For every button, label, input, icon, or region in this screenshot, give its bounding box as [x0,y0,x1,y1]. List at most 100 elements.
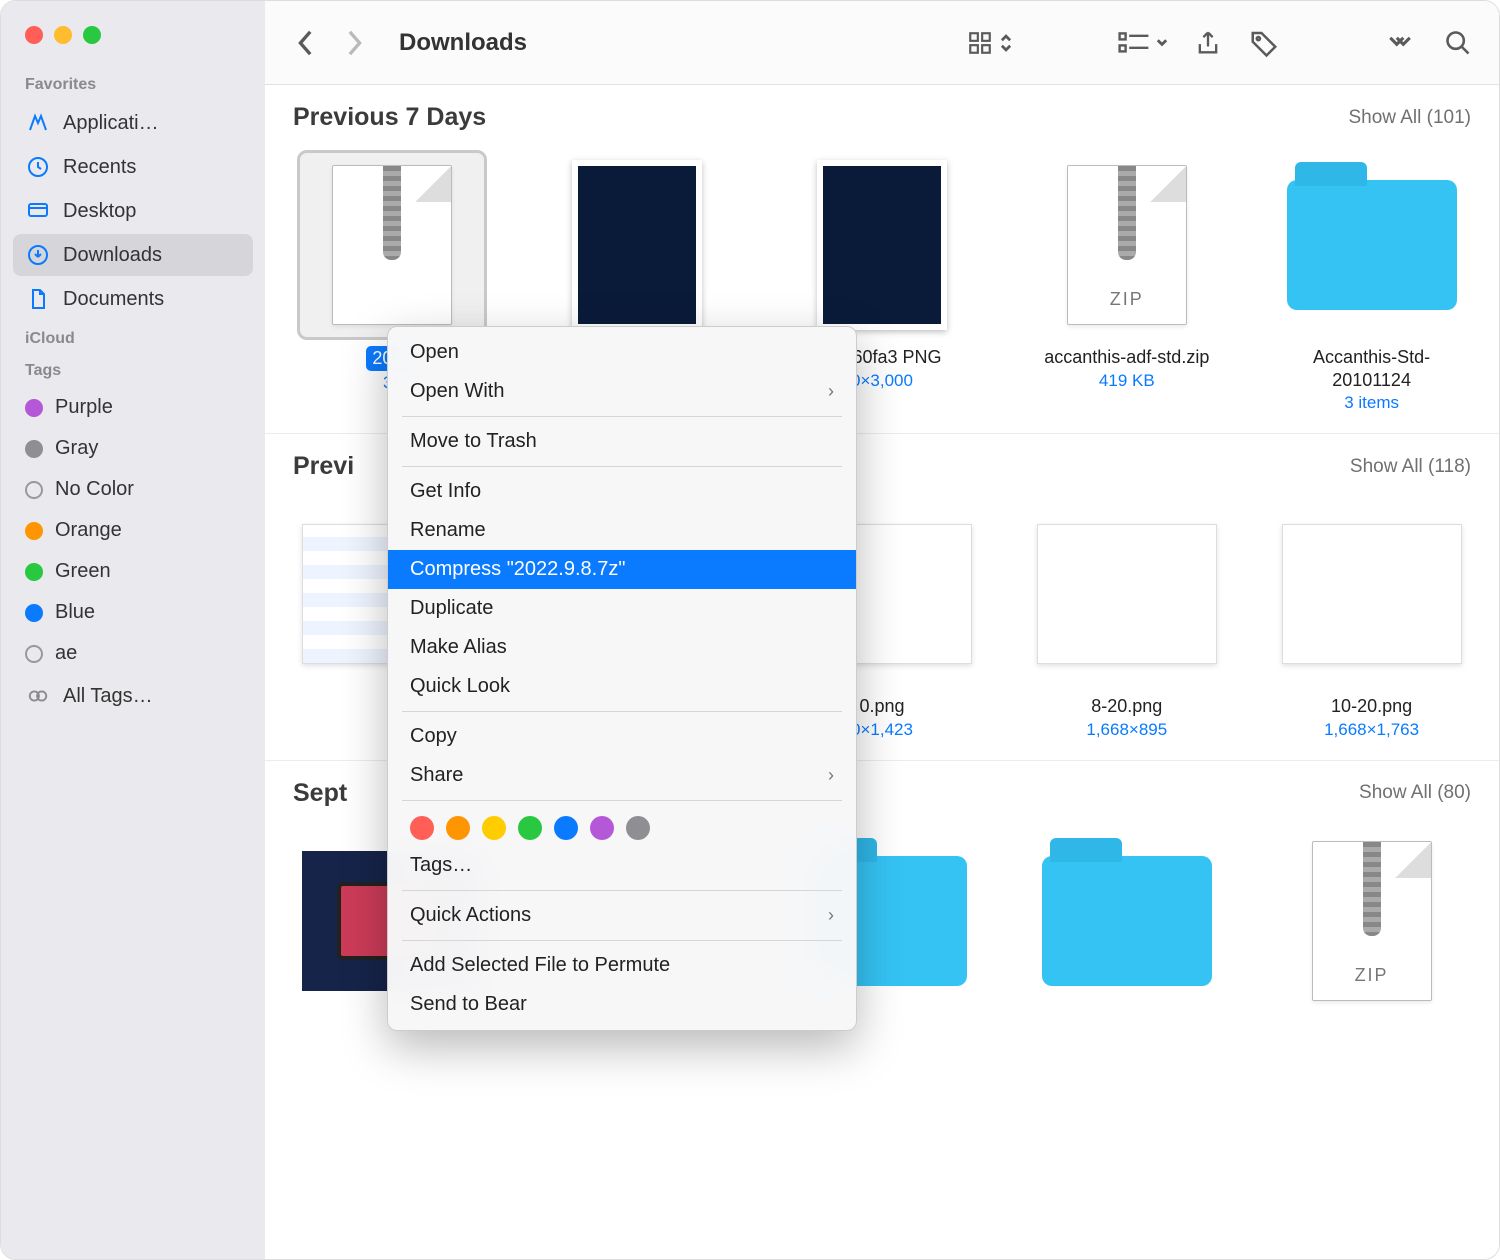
sidebar-tag-nocolor[interactable]: No Color [13,470,253,509]
sidebar-item-applications[interactable]: Applicati… [13,102,253,144]
view-icon-button[interactable] [965,30,1013,56]
group-by-button[interactable] [1117,31,1169,55]
sidebar-tag-purple[interactable]: Purple [13,388,253,427]
tag-dot-icon [25,645,43,663]
ctx-open[interactable]: Open [388,333,856,372]
sidebar-item-documents[interactable]: Documents [13,278,253,320]
sidebar-item-label: All Tags… [63,685,153,708]
ctx-label: Duplicate [410,597,493,620]
zoom-window-button[interactable] [83,26,101,44]
forward-button[interactable] [337,26,371,60]
file-meta: 1,668×1,763 [1324,720,1419,740]
group-title: Sept [293,779,347,808]
share-button[interactable] [1191,26,1225,60]
ctx-make-alias[interactable]: Make Alias [388,628,856,667]
tag-yellow[interactable] [482,816,506,840]
document-icon [25,286,51,312]
sidebar-section-tags: Tags [1,354,265,386]
show-all-link[interactable]: Show All (80) [1359,782,1471,804]
context-menu: Open Open With › Move to Trash Get Info R… [387,326,857,1031]
sidebar-item-downloads[interactable]: Downloads [13,234,253,276]
sidebar-tag-orange[interactable]: Orange [13,511,253,550]
file-name: Accanthis-Std-20101124 [1277,346,1467,391]
tags-button[interactable] [1247,26,1281,60]
desktop-icon [25,198,51,224]
sidebar-section-favorites: Favorites [1,68,265,100]
sidebar-item-label: Orange [55,519,122,542]
ctx-send-bear[interactable]: Send to Bear [388,985,856,1024]
zip-icon: ZIP [1067,165,1187,325]
ctx-copy[interactable]: Copy [388,717,856,756]
sidebar-item-label: Desktop [63,200,136,223]
minimize-window-button[interactable] [54,26,72,44]
ctx-label: Copy [410,725,457,748]
tag-dot-icon [25,604,43,622]
chevron-right-icon: › [828,905,834,926]
ctx-compress[interactable]: Compress "2022.9.8.7z" [388,550,856,589]
chevron-right-icon: › [828,381,834,402]
ctx-share[interactable]: Share› [388,756,856,795]
sidebar-item-recents[interactable]: Recents [13,146,253,188]
folder-icon [1042,856,1212,986]
ctx-label: Open With [410,380,504,403]
ctx-tag-colors [388,806,856,846]
back-button[interactable] [289,26,323,60]
sidebar-item-desktop[interactable]: Desktop [13,190,253,232]
window-controls [1,21,265,68]
finder-window: Favorites Applicati… Recents Desktop Dow… [0,0,1500,1260]
folder-icon [1287,180,1457,310]
tag-purple[interactable] [590,816,614,840]
tag-gray[interactable] [626,816,650,840]
ctx-open-with[interactable]: Open With › [388,372,856,411]
file-item[interactable]: ZIP [1272,826,1471,1016]
file-item[interactable]: 8-20.png 1,668×895 [1027,499,1226,740]
file-item[interactable]: 10-20.png 1,668×1,763 [1272,499,1471,740]
tag-dot-icon [25,563,43,581]
ctx-add-permute[interactable]: Add Selected File to Permute [388,946,856,985]
sidebar-tag-gray[interactable]: Gray [13,429,253,468]
sidebar-tag-green[interactable]: Green [13,552,253,591]
tag-blue[interactable] [554,816,578,840]
sidebar-item-label: Purple [55,396,113,419]
ctx-quick-look[interactable]: Quick Look [388,667,856,706]
sidebar-item-label: ae [55,642,77,665]
file-name: 10-20.png [1331,695,1412,718]
ctx-rename[interactable]: Rename [388,511,856,550]
tag-red[interactable] [410,816,434,840]
clock-icon [25,154,51,180]
overflow-button[interactable] [1385,26,1419,60]
group-header: Previous 7 Days Show All (101) [265,85,1499,142]
file-item[interactable] [1027,826,1226,1016]
sidebar-tag-ae[interactable]: ae [13,634,253,673]
ctx-tags[interactable]: Tags… [388,846,856,885]
tag-orange[interactable] [446,816,470,840]
ctx-trash[interactable]: Move to Trash [388,422,856,461]
file-meta: 0×3,000 [851,371,913,391]
search-button[interactable] [1441,26,1475,60]
sidebar-item-label: Downloads [63,244,162,267]
tag-green[interactable] [518,816,542,840]
chevron-right-icon: › [828,765,834,786]
file-item[interactable]: ZIP accanthis-adf-std.zip 419 KB [1027,150,1226,413]
ctx-quick-actions[interactable]: Quick Actions› [388,896,856,935]
ctx-separator [402,416,842,417]
sidebar-item-label: Gray [55,437,98,460]
show-all-link[interactable]: Show All (101) [1348,107,1471,129]
ctx-label: Quick Look [410,675,510,698]
close-window-button[interactable] [25,26,43,44]
zip-icon [332,165,452,325]
ctx-duplicate[interactable]: Duplicate [388,589,856,628]
sidebar-item-label: Documents [63,288,164,311]
sidebar-tag-blue[interactable]: Blue [13,593,253,632]
ctx-label: Tags… [410,854,472,877]
file-item[interactable]: Accanthis-Std-20101124 3 items [1272,150,1471,413]
image-icon [817,160,947,330]
ctx-label: Add Selected File to Permute [410,954,670,977]
show-all-link[interactable]: Show All (118) [1350,456,1471,478]
ctx-label: Rename [410,519,486,542]
sidebar-item-label: Blue [55,601,95,624]
tag-dot-icon [25,399,43,417]
ctx-get-info[interactable]: Get Info [388,472,856,511]
sidebar-tag-all[interactable]: All Tags… [13,675,253,717]
group-title: Previ [293,452,354,481]
